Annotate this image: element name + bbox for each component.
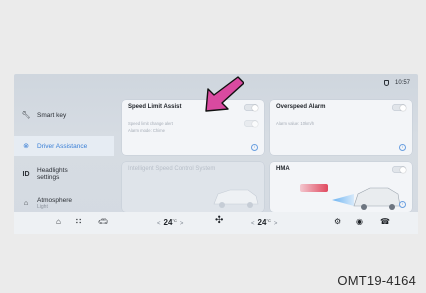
- temp-down-right[interactable]: <: [251, 221, 255, 227]
- security-icon: [383, 80, 389, 86]
- info-icon[interactable]: i: [251, 144, 258, 151]
- temp-unit: °C: [172, 218, 177, 223]
- temp-up-right[interactable]: >: [274, 221, 278, 227]
- sidebar: 🔧︎ Smart key ⊗ Driver Assistance ID Head…: [14, 96, 114, 218]
- right-temperature[interactable]: <24°C>: [248, 218, 280, 227]
- sidebar-item-label-line2: settings: [37, 174, 60, 181]
- figure-caption: OMT19-4164: [337, 273, 416, 288]
- steering-icon: ⊗: [23, 143, 29, 150]
- sidebar-item-label: Smart key: [37, 111, 67, 119]
- sidebar-item-label-wrap: Atmosphere Light: [37, 197, 72, 210]
- overspeed-alarm-card[interactable]: Overspeed Alarm Alarm value: 10km/h i: [270, 100, 412, 155]
- status-bar: 10:57: [383, 80, 410, 86]
- speed-limit-alert-toggle[interactable]: [244, 120, 258, 127]
- ambient-light-icon: ⌂: [23, 199, 29, 207]
- speed-limit-assist-toggle[interactable]: [244, 104, 258, 111]
- hma-card[interactable]: HMA i: [270, 162, 412, 212]
- settings-gear-icon[interactable]: ⚙: [334, 217, 341, 226]
- sidebar-item-label: Headlights: [37, 167, 68, 174]
- hma-illustration: [300, 184, 401, 210]
- sidebar-item-label-wrap: Headlights settings: [37, 167, 68, 181]
- temp-down-left[interactable]: <: [157, 221, 161, 227]
- intelligent-speed-control-card[interactable]: Intelligent Speed Control System: [122, 162, 264, 212]
- left-temperature[interactable]: <24°C>: [154, 218, 186, 227]
- headlight-icon: ID: [22, 170, 30, 178]
- card-title: Overspeed Alarm: [276, 104, 326, 110]
- card-sub-line: Alarm mode: Chime: [128, 128, 166, 133]
- info-icon[interactable]: i: [399, 144, 406, 151]
- wrench-icon: 🔧︎: [21, 112, 31, 119]
- info-icon[interactable]: i: [399, 201, 406, 208]
- overspeed-alarm-toggle[interactable]: [392, 104, 406, 111]
- sidebar-item-atmosphere[interactable]: ⌂ Atmosphere Light: [14, 192, 114, 214]
- card-title: Speed Limit Assist: [128, 104, 182, 110]
- sidebar-item-sub: Light: [37, 203, 48, 210]
- fan-icon[interactable]: ✣: [215, 215, 223, 226]
- car-icon[interactable]: 🚗︎: [98, 217, 108, 226]
- card-sub-line: Alarm value: 10km/h: [276, 121, 315, 126]
- callout-arrow-icon: [205, 76, 244, 112]
- temp-unit: °C: [266, 218, 271, 223]
- car-illustration: [213, 189, 259, 208]
- apps-grid-icon[interactable]: ∷: [76, 217, 81, 226]
- sidebar-item-smart-key[interactable]: 🔧︎ Smart key: [14, 104, 114, 126]
- sidebar-item-label: Atmosphere: [37, 196, 73, 204]
- sidebar-item-label: Driver Assistance: [37, 142, 88, 150]
- sidebar-item-driver-assistance[interactable]: ⊗ Driver Assistance: [14, 136, 114, 156]
- phone-icon[interactable]: ☎: [380, 217, 390, 226]
- home-icon[interactable]: ⌂: [56, 217, 61, 226]
- assistant-icon[interactable]: ◉: [356, 217, 363, 226]
- sidebar-item-headlights[interactable]: ID Headlights settings: [14, 162, 114, 186]
- bottom-bar: ⌂ ∷ 🚗︎ <24°C> ✣ <24°C> ⚙ ◉ ☎: [14, 212, 418, 234]
- clock: 10:57: [394, 80, 410, 86]
- temp-up-left[interactable]: >: [180, 221, 184, 227]
- card-sub-line: Speed limit change alert: [128, 121, 173, 126]
